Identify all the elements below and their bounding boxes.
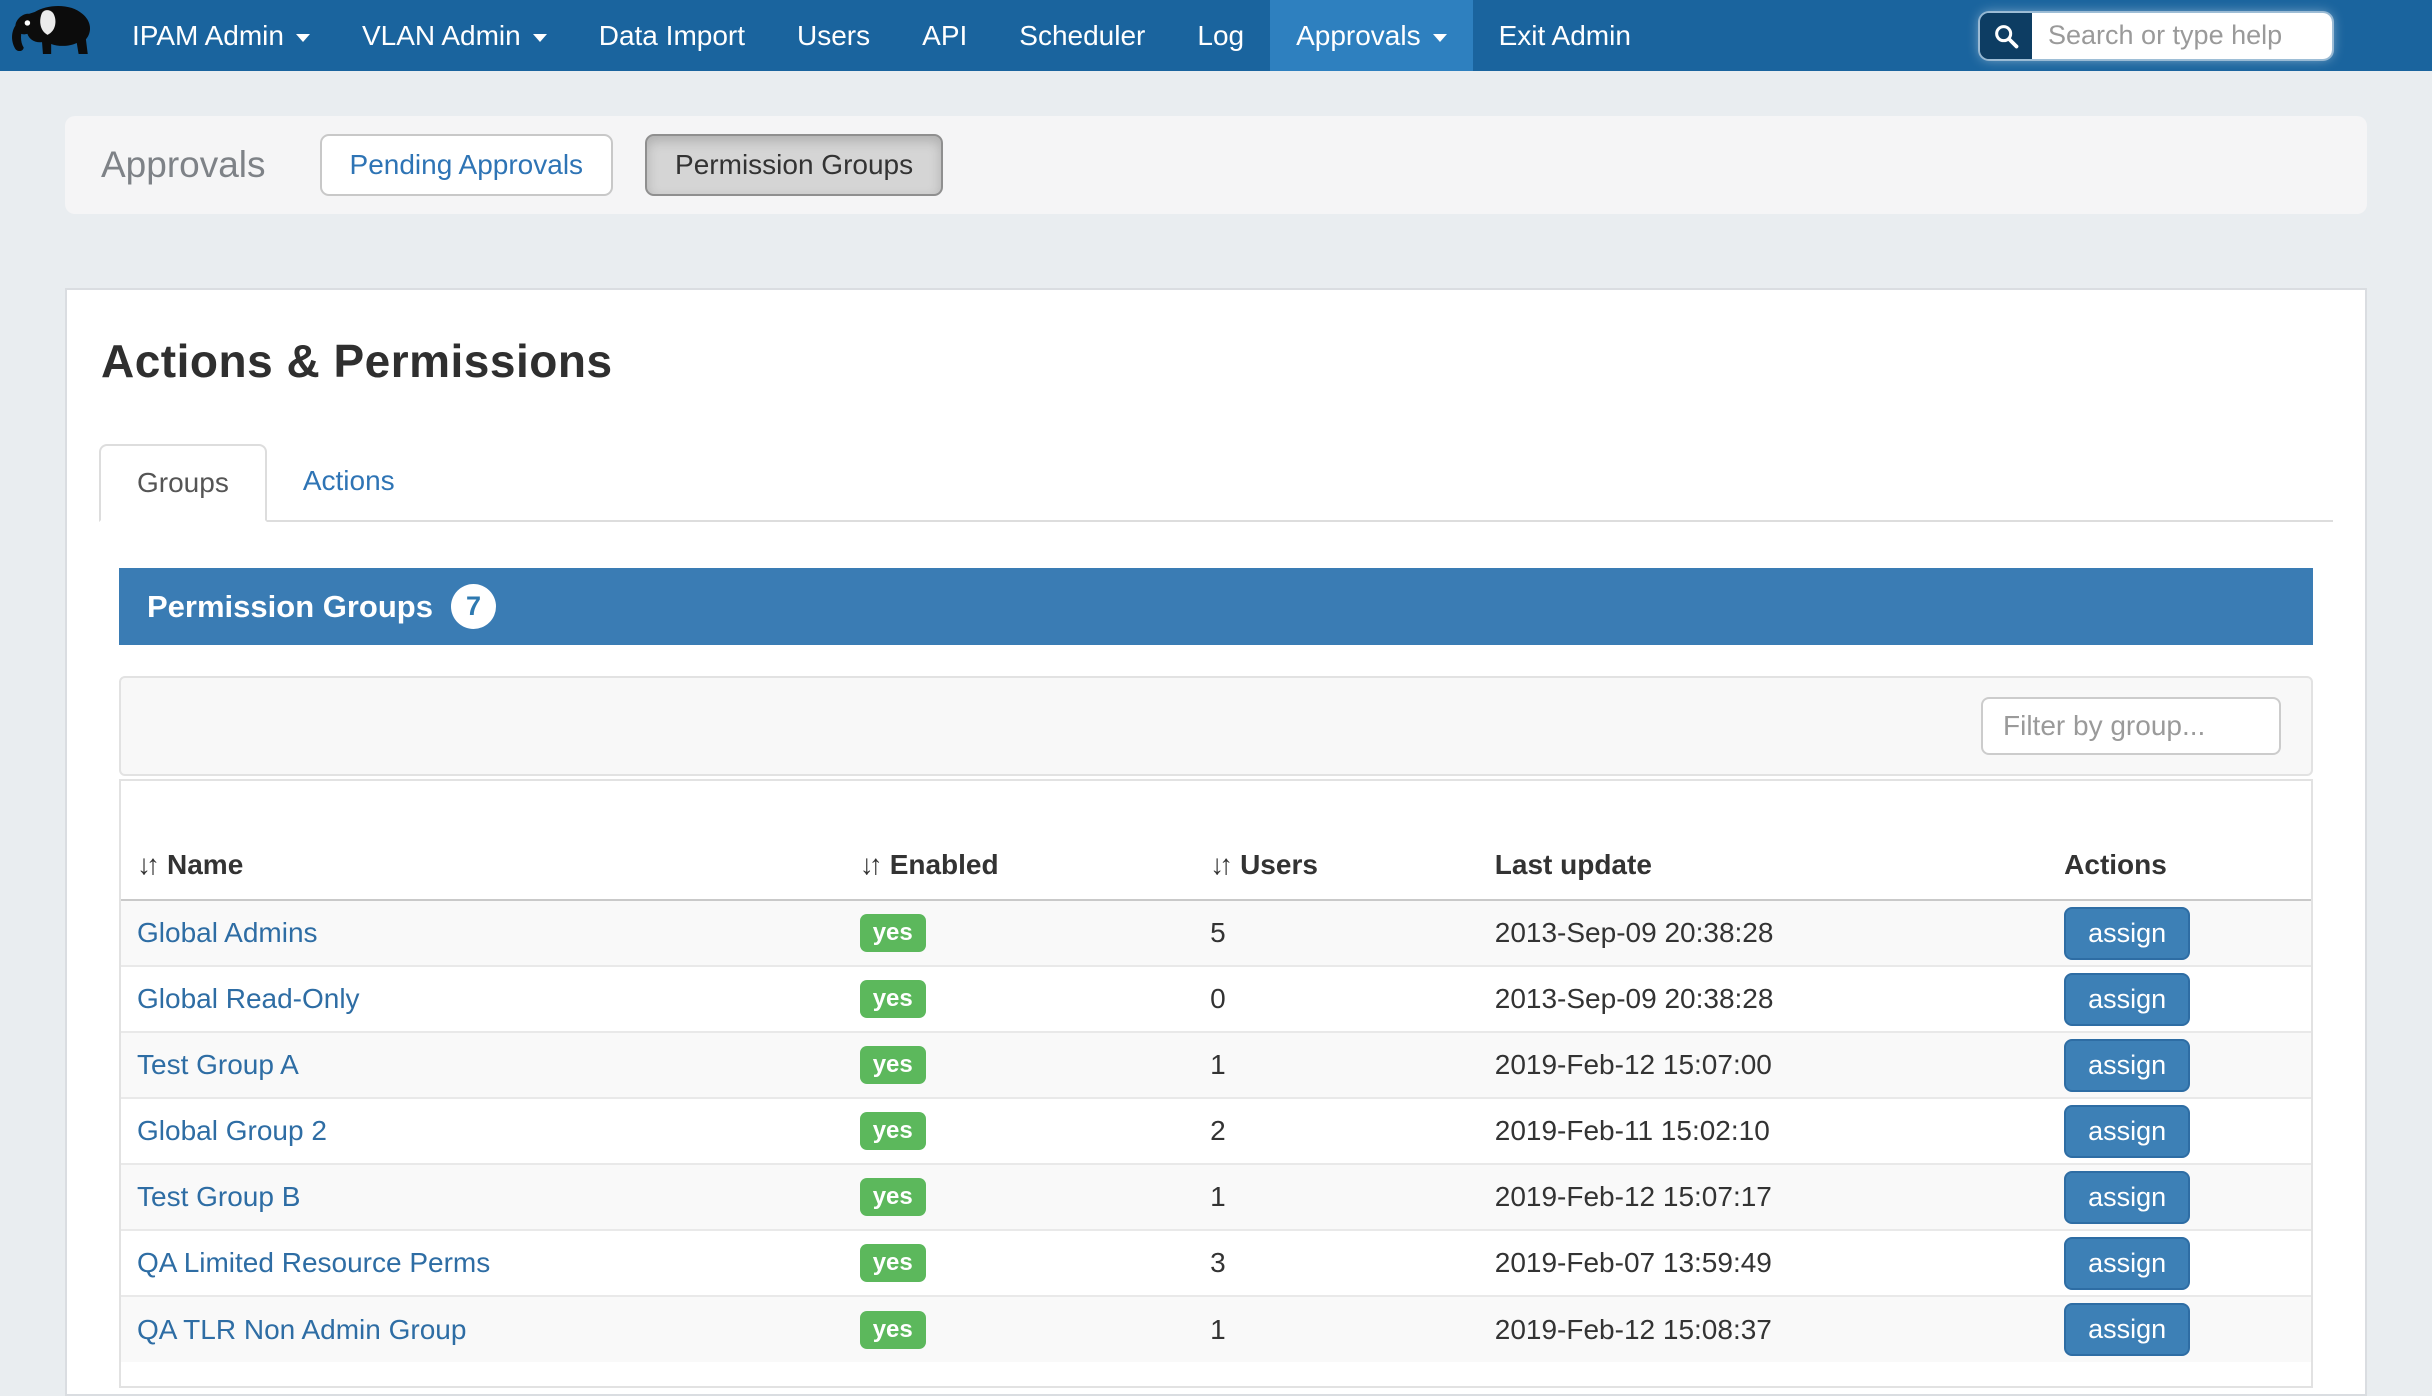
nav-item-approvals[interactable]: Approvals — [1270, 0, 1473, 71]
users-count: 1 — [1210, 1181, 1226, 1212]
search-icon — [1980, 13, 2032, 59]
group-name-link[interactable]: QA Limited Resource Perms — [137, 1247, 490, 1278]
last-update: 2013-Sep-09 20:38:28 — [1495, 983, 1774, 1014]
table-row: Global Group 2 yes 2 2019-Feb-11 15:02:1… — [121, 1098, 2311, 1164]
nav-item-scheduler[interactable]: Scheduler — [993, 0, 1171, 71]
enabled-badge: yes — [860, 1311, 926, 1349]
navbar-search — [1980, 13, 2332, 59]
users-count: 0 — [1210, 983, 1226, 1014]
table-row: Global Read-Only yes 0 2013-Sep-09 20:38… — [121, 966, 2311, 1032]
nav-item-vlan-admin[interactable]: VLAN Admin — [336, 0, 573, 71]
users-count: 3 — [1210, 1247, 1226, 1278]
group-name-link[interactable]: QA TLR Non Admin Group — [137, 1314, 466, 1345]
caret-down-icon — [533, 34, 547, 42]
nav-item-log[interactable]: Log — [1171, 0, 1270, 71]
nav-item-ipam-admin[interactable]: IPAM Admin — [106, 0, 336, 71]
enabled-badge: yes — [860, 1046, 926, 1084]
table-row: QA TLR Non Admin Group yes 1 2019-Feb-12… — [121, 1296, 2311, 1362]
column-header-last-update: Last update — [1479, 781, 2048, 900]
table-row: Test Group A yes 1 2019-Feb-12 15:07:00 … — [121, 1032, 2311, 1098]
filter-input[interactable] — [1981, 697, 2281, 755]
column-header-name[interactable]: ↓↑Name — [121, 781, 844, 900]
elephant-logo-icon — [3, 1, 103, 70]
groups-table-container: ↓↑Name ↓↑Enabled ↓↑Users Last update Act… — [119, 779, 2313, 1388]
section-title: Actions & Permissions — [101, 334, 2333, 388]
widget-title: Permission Groups — [147, 589, 433, 625]
assign-button[interactable]: assign — [2064, 1105, 2190, 1158]
main-panel: Actions & Permissions Groups Actions Per… — [65, 288, 2367, 1396]
enabled-badge: yes — [860, 1178, 926, 1216]
table-row: Global Admins yes 5 2013-Sep-09 20:38:28… — [121, 900, 2311, 966]
group-name-link[interactable]: Test Group A — [137, 1049, 299, 1080]
column-header-actions: Actions — [2048, 781, 2311, 900]
assign-button[interactable]: assign — [2064, 1171, 2190, 1224]
assign-button[interactable]: assign — [2064, 1303, 2190, 1356]
last-update: 2019-Feb-12 15:08:37 — [1495, 1314, 1772, 1345]
nav-item-data-import[interactable]: Data Import — [573, 0, 771, 71]
table-row: Test Group B yes 1 2019-Feb-12 15:07:17 … — [121, 1164, 2311, 1230]
users-count: 2 — [1210, 1115, 1226, 1146]
sort-icon: ↓↑ — [860, 849, 878, 881]
widget-header: Permission Groups 7 — [119, 568, 2313, 645]
last-update: 2019-Feb-12 15:07:00 — [1495, 1049, 1772, 1080]
column-header-enabled[interactable]: ↓↑Enabled — [844, 781, 1194, 900]
caret-down-icon — [296, 34, 310, 42]
users-count: 1 — [1210, 1314, 1226, 1345]
last-update: 2019-Feb-07 13:59:49 — [1495, 1247, 1772, 1278]
group-name-link[interactable]: Test Group B — [137, 1181, 300, 1212]
nav-item-exit-admin[interactable]: Exit Admin — [1473, 0, 1657, 71]
caret-down-icon — [1433, 34, 1447, 42]
sort-icon: ↓↑ — [137, 849, 155, 881]
assign-button[interactable]: assign — [2064, 1237, 2190, 1290]
last-update: 2019-Feb-12 15:07:17 — [1495, 1181, 1772, 1212]
enabled-badge: yes — [860, 914, 926, 952]
column-header-users[interactable]: ↓↑Users — [1194, 781, 1479, 900]
group-name-link[interactable]: Global Group 2 — [137, 1115, 327, 1146]
tab-bar: Groups Actions — [99, 444, 2333, 522]
group-name-link[interactable]: Global Admins — [137, 917, 318, 948]
group-name-link[interactable]: Global Read-Only — [137, 983, 360, 1014]
nav-item-api[interactable]: API — [896, 0, 993, 71]
assign-button[interactable]: assign — [2064, 907, 2190, 960]
users-count: 5 — [1210, 917, 1226, 948]
page-header-panel: Approvals Pending Approvals Permission G… — [65, 116, 2367, 214]
users-count: 1 — [1210, 1049, 1226, 1080]
enabled-badge: yes — [860, 1112, 926, 1150]
assign-button[interactable]: assign — [2064, 1039, 2190, 1092]
page-title: Approvals — [101, 144, 266, 186]
search-input[interactable] — [2032, 13, 2332, 59]
tab-actions[interactable]: Actions — [267, 444, 431, 520]
enabled-badge: yes — [860, 1244, 926, 1282]
count-badge: 7 — [451, 584, 496, 629]
table-row: QA Limited Resource Perms yes 3 2019-Feb… — [121, 1230, 2311, 1296]
groups-table: ↓↑Name ↓↑Enabled ↓↑Users Last update Act… — [121, 781, 2311, 1362]
phpipam-logo[interactable] — [0, 0, 106, 71]
sort-icon: ↓↑ — [1210, 849, 1228, 881]
permission-groups-button[interactable]: Permission Groups — [645, 134, 943, 196]
last-update: 2019-Feb-11 15:02:10 — [1495, 1115, 1770, 1146]
nav-item-users[interactable]: Users — [771, 0, 896, 71]
last-update: 2013-Sep-09 20:38:28 — [1495, 917, 1774, 948]
table-toolbar — [119, 676, 2313, 776]
top-navbar: IPAM Admin VLAN Admin Data Import Users … — [0, 0, 2432, 71]
table-header-row: ↓↑Name ↓↑Enabled ↓↑Users Last update Act… — [121, 781, 2311, 900]
assign-button[interactable]: assign — [2064, 973, 2190, 1026]
pending-approvals-button[interactable]: Pending Approvals — [320, 134, 614, 196]
tab-groups[interactable]: Groups — [99, 444, 267, 522]
enabled-badge: yes — [860, 980, 926, 1018]
nav-menu: IPAM Admin VLAN Admin Data Import Users … — [106, 0, 1657, 71]
